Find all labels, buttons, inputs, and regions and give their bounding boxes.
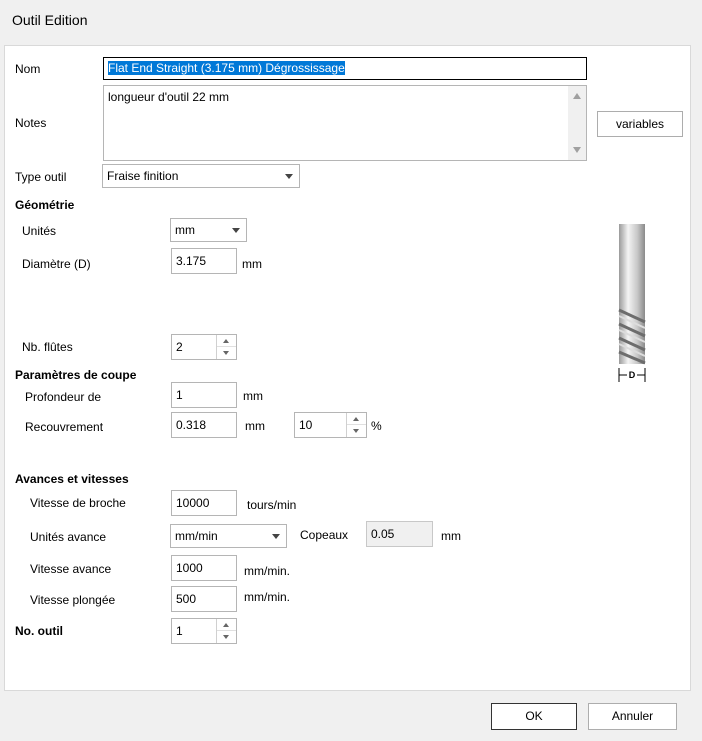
feed-rate-input[interactable]: 1000 <box>171 555 237 581</box>
variables-button[interactable]: variables <box>597 111 683 137</box>
geometry-heading: Géométrie <box>15 198 75 212</box>
type-outil-dropdown[interactable]: Fraise finition <box>102 164 300 188</box>
overlap-input[interactable]: 0.318 <box>171 412 237 438</box>
depth-unit: mm <box>243 389 263 403</box>
plunge-rate-unit: mm/min. <box>244 590 290 604</box>
overlap-percent-value: 10 <box>299 418 313 432</box>
nom-input-value: Flat End Straight (3.175 mm) Dégrossissa… <box>108 61 345 75</box>
ok-button[interactable]: OK <box>491 703 577 730</box>
nom-input[interactable]: Flat End Straight (3.175 mm) Dégrossissa… <box>103 57 587 80</box>
title-bar: Outil Edition <box>0 0 702 40</box>
plunge-rate-label: Vitesse plongée <box>30 593 116 607</box>
flutes-stepper[interactable]: 2 <box>171 334 237 360</box>
scroll-down-icon[interactable] <box>573 147 581 153</box>
feed-units-label: Unités avance <box>30 530 107 544</box>
units-value: mm <box>175 223 195 237</box>
overlap-label: Recouvrement <box>25 420 104 434</box>
tool-number-value: 1 <box>176 624 183 638</box>
depth-input[interactable]: 1 <box>171 382 237 408</box>
plunge-rate-input[interactable]: 500 <box>171 586 237 612</box>
diameter-unit: mm <box>242 257 262 271</box>
increment-icon[interactable] <box>217 335 236 347</box>
chip-label: Copeaux <box>300 528 349 542</box>
notes-scrollbar[interactable] <box>568 86 586 160</box>
diameter-value: 3.175 <box>176 254 207 268</box>
notes-textarea[interactable]: longueur d'outil 22 mm <box>103 85 587 161</box>
overlap-percent-unit: % <box>371 419 382 433</box>
feed-units-value: mm/min <box>175 529 218 543</box>
tool-number-label: No. outil <box>15 624 63 638</box>
window-title: Outil Edition <box>12 12 88 28</box>
spindle-speed-value: 10000 <box>176 496 210 510</box>
chevron-down-icon <box>285 174 293 179</box>
chevron-down-icon <box>232 228 240 233</box>
cancel-button[interactable]: Annuler <box>588 703 677 730</box>
feeds-heading: Avances et vitesses <box>15 472 129 486</box>
tool-number-stepper[interactable]: 1 <box>171 618 237 644</box>
type-outil-label: Type outil <box>15 170 67 184</box>
diagram-d-label: D <box>629 370 636 380</box>
notes-label: Notes <box>15 116 47 130</box>
chip-load-readonly: 0.05 <box>366 521 433 547</box>
feed-rate-label: Vitesse avance <box>30 562 112 576</box>
cutting-heading: Paramètres de coupe <box>15 368 137 382</box>
depth-value: 1 <box>176 388 183 402</box>
units-label: Unités <box>22 224 57 238</box>
plunge-rate-value: 500 <box>176 592 197 606</box>
diameter-input[interactable]: 3.175 <box>171 248 237 274</box>
scroll-up-icon[interactable] <box>573 93 581 99</box>
increment-icon[interactable] <box>347 413 366 425</box>
flutes-value: 2 <box>176 340 183 354</box>
overlap-unit: mm <box>245 419 265 433</box>
spindle-speed-input[interactable]: 10000 <box>171 490 237 516</box>
chip-load-value: 0.05 <box>371 527 395 541</box>
feed-rate-unit: mm/min. <box>244 564 290 578</box>
end-mill-diagram-icon: D <box>618 224 646 382</box>
spindle-label: Vitesse de broche <box>30 496 126 510</box>
depth-label: Profondeur de <box>25 390 102 404</box>
decrement-icon[interactable] <box>217 347 236 359</box>
flutes-label: Nb. flûtes <box>22 340 73 354</box>
chevron-down-icon <box>272 534 280 539</box>
spindle-unit: tours/min <box>247 498 297 512</box>
notes-text: longueur d'outil 22 mm <box>108 90 230 104</box>
feed-units-dropdown[interactable]: mm/min <box>170 524 287 548</box>
feed-rate-value: 1000 <box>176 561 203 575</box>
overlap-value: 0.318 <box>176 418 207 432</box>
overlap-percent-stepper[interactable]: 10 <box>294 412 367 438</box>
increment-icon[interactable] <box>217 619 236 631</box>
type-outil-value: Fraise finition <box>107 169 179 183</box>
units-dropdown[interactable]: mm <box>170 218 247 242</box>
decrement-icon[interactable] <box>347 425 366 437</box>
nom-label: Nom <box>15 62 41 76</box>
chip-unit: mm <box>441 529 461 543</box>
decrement-icon[interactable] <box>217 631 236 643</box>
diameter-label: Diamètre (D) <box>22 257 91 271</box>
